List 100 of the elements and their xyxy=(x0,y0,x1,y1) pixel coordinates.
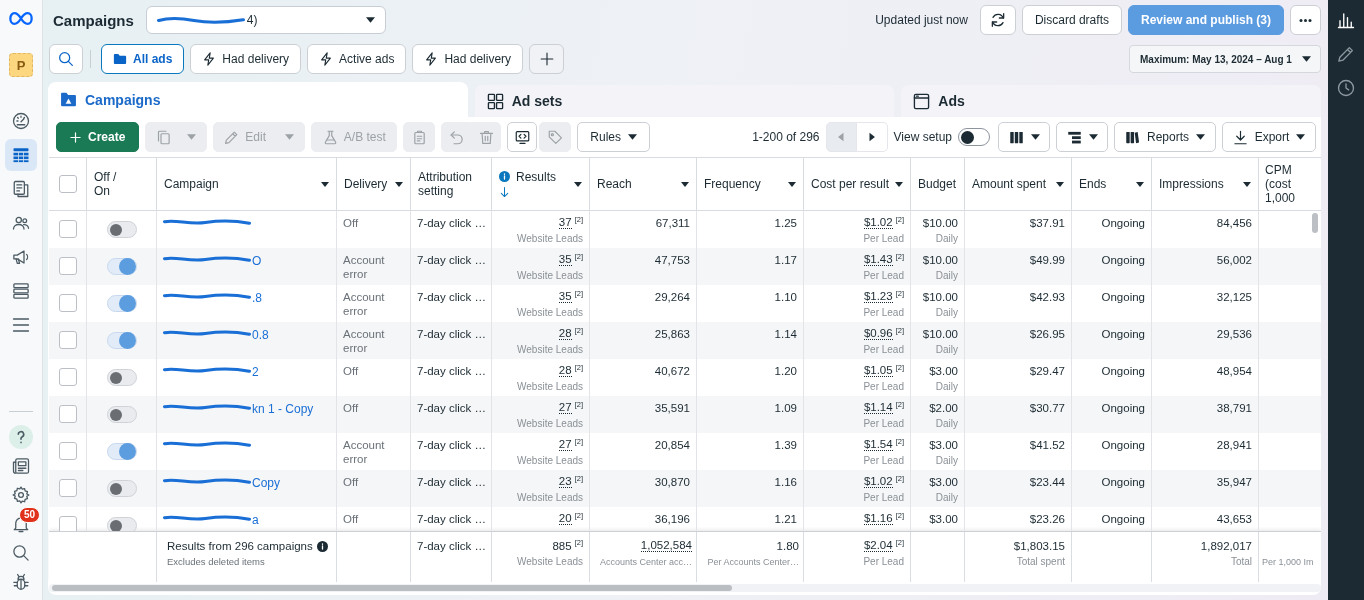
caret-icon xyxy=(1196,134,1205,140)
column-header[interactable]: Off / On xyxy=(87,158,157,210)
table-cell: 43,653 xyxy=(1152,507,1259,531)
column-header[interactable]: Campaign xyxy=(157,158,337,210)
campaign-name-link[interactable]: .8 xyxy=(252,292,262,304)
view-setup-toggle[interactable] xyxy=(958,128,990,146)
breakdown-button[interactable] xyxy=(1056,122,1108,152)
column-header[interactable]: Budget xyxy=(911,158,965,210)
discard-drafts-button[interactable]: Discard drafts xyxy=(1021,5,1122,35)
account-avatar[interactable]: P xyxy=(9,53,33,77)
table-cell: 25,863 xyxy=(590,322,697,359)
table-cell: $49.99 xyxy=(965,248,1072,285)
add-filter-button[interactable] xyxy=(529,44,565,74)
export-button[interactable]: Export xyxy=(1222,122,1316,152)
scrollbar-thumb[interactable] xyxy=(1312,213,1318,233)
breakdown-icon xyxy=(1066,129,1082,145)
row-checkbox[interactable] xyxy=(58,220,77,238)
cost-unit-label: Per Lead xyxy=(863,381,904,393)
row-checkbox[interactable] xyxy=(58,331,77,349)
gauge-icon xyxy=(12,112,30,130)
filter-chip[interactable]: All ads xyxy=(101,44,185,74)
account-selector[interactable]: 4) xyxy=(145,6,386,34)
filter-chip[interactable]: Active ads xyxy=(307,44,407,74)
filter-chip[interactable]: Had delivery xyxy=(190,44,302,74)
scrollbar-thumb[interactable] xyxy=(52,585,732,591)
row-checkbox[interactable] xyxy=(58,442,77,460)
result-type-label: Website Leads xyxy=(517,233,583,245)
summary-sublabel: Per 1,000 Im xyxy=(1262,556,1315,568)
on-off-toggle[interactable] xyxy=(106,369,137,386)
column-header[interactable]: Ends xyxy=(1072,158,1152,210)
table-cell: 1.16 xyxy=(697,470,804,507)
folder-icon xyxy=(113,52,127,66)
cost-value: $1.14 xyxy=(863,401,893,414)
table-cell: 35,591 xyxy=(590,396,697,433)
row-checkbox[interactable] xyxy=(58,294,77,312)
result-count: 23 xyxy=(558,475,572,488)
cost-value: $1.05 xyxy=(863,364,893,377)
row-checkbox[interactable] xyxy=(58,516,77,531)
summary-value: 1,892,017 xyxy=(1200,539,1252,553)
table-cell: 29,536 xyxy=(1152,322,1259,359)
column-header[interactable]: Frequency xyxy=(697,158,804,210)
sidebar-item[interactable] xyxy=(5,139,37,171)
more-icon xyxy=(1299,18,1312,22)
on-off-toggle[interactable] xyxy=(106,295,137,312)
more-button[interactable] xyxy=(1290,5,1321,35)
budget-period-label: Daily xyxy=(935,492,958,504)
row-checkbox[interactable] xyxy=(58,405,77,423)
column-header[interactable]: Results xyxy=(492,158,590,210)
campaign-name-link[interactable]: Copy xyxy=(252,477,280,489)
window-icon xyxy=(913,92,931,110)
folder-icon xyxy=(60,91,77,108)
column-header[interactable]: CPM (cost 1,000 xyxy=(1259,158,1320,210)
column-header[interactable]: Amount spent xyxy=(965,158,1072,210)
next-page-button[interactable] xyxy=(856,122,888,152)
table-cell: $23.26 xyxy=(965,507,1072,531)
column-header[interactable]: Reach xyxy=(590,158,697,210)
campaign-name-link[interactable]: 0.8 xyxy=(252,329,269,341)
on-off-toggle[interactable] xyxy=(106,221,137,238)
result-count: 27 xyxy=(558,401,572,414)
budget-period-label: Daily xyxy=(935,418,958,430)
rules-button[interactable]: Rules xyxy=(577,122,651,152)
lightning-icon xyxy=(319,52,334,66)
reports-button[interactable]: Reports xyxy=(1114,122,1216,152)
columns-button[interactable] xyxy=(998,122,1050,152)
on-off-toggle[interactable] xyxy=(106,517,137,531)
on-off-toggle[interactable] xyxy=(106,258,137,275)
result-count: 28 xyxy=(558,327,572,340)
result-type-label: Website Leads xyxy=(517,455,583,467)
on-off-toggle[interactable] xyxy=(106,406,137,423)
tab[interactable]: Ads xyxy=(901,85,1321,117)
row-checkbox[interactable] xyxy=(58,257,77,275)
column-header[interactable]: Cost per result xyxy=(804,158,911,210)
summary-value: 1,052,584 xyxy=(640,539,692,552)
tab[interactable]: Ad sets xyxy=(474,85,895,117)
caret-icon xyxy=(1030,134,1040,140)
select-all-checkbox[interactable] xyxy=(58,175,77,193)
create-button[interactable]: Create xyxy=(56,122,140,152)
campaign-name-link[interactable]: a xyxy=(252,514,259,526)
refresh-button[interactable] xyxy=(979,5,1016,35)
infinity-logo-icon[interactable] xyxy=(9,11,33,26)
column-header[interactable]: Impressions xyxy=(1152,158,1259,210)
campaign-name-link[interactable]: 2 xyxy=(252,366,259,378)
row-checkbox[interactable] xyxy=(58,479,77,497)
sidebar-item[interactable] xyxy=(6,423,36,451)
on-off-toggle[interactable] xyxy=(106,332,137,349)
column-header[interactable]: Delivery xyxy=(337,158,411,210)
filter-chip[interactable]: Had delivery xyxy=(412,44,524,74)
date-range-picker[interactable]: Maximum: May 13, 2024 – Aug 1 xyxy=(1129,45,1321,73)
row-checkbox[interactable] xyxy=(58,368,77,386)
search-button[interactable] xyxy=(49,44,83,74)
tab[interactable]: Campaigns xyxy=(48,82,468,117)
swap-button[interactable] xyxy=(507,122,538,152)
column-header[interactable]: Attribution setting xyxy=(411,158,492,210)
campaign-name-link[interactable]: O xyxy=(252,255,262,267)
delivery-status: Account error xyxy=(337,248,411,285)
table-cell: 7-day click … xyxy=(411,507,492,531)
on-off-toggle[interactable] xyxy=(106,443,137,460)
result-type-label: Website Leads xyxy=(517,307,583,319)
campaign-name-link[interactable]: kn 1 - Copy xyxy=(252,403,314,415)
on-off-toggle[interactable] xyxy=(106,480,137,497)
